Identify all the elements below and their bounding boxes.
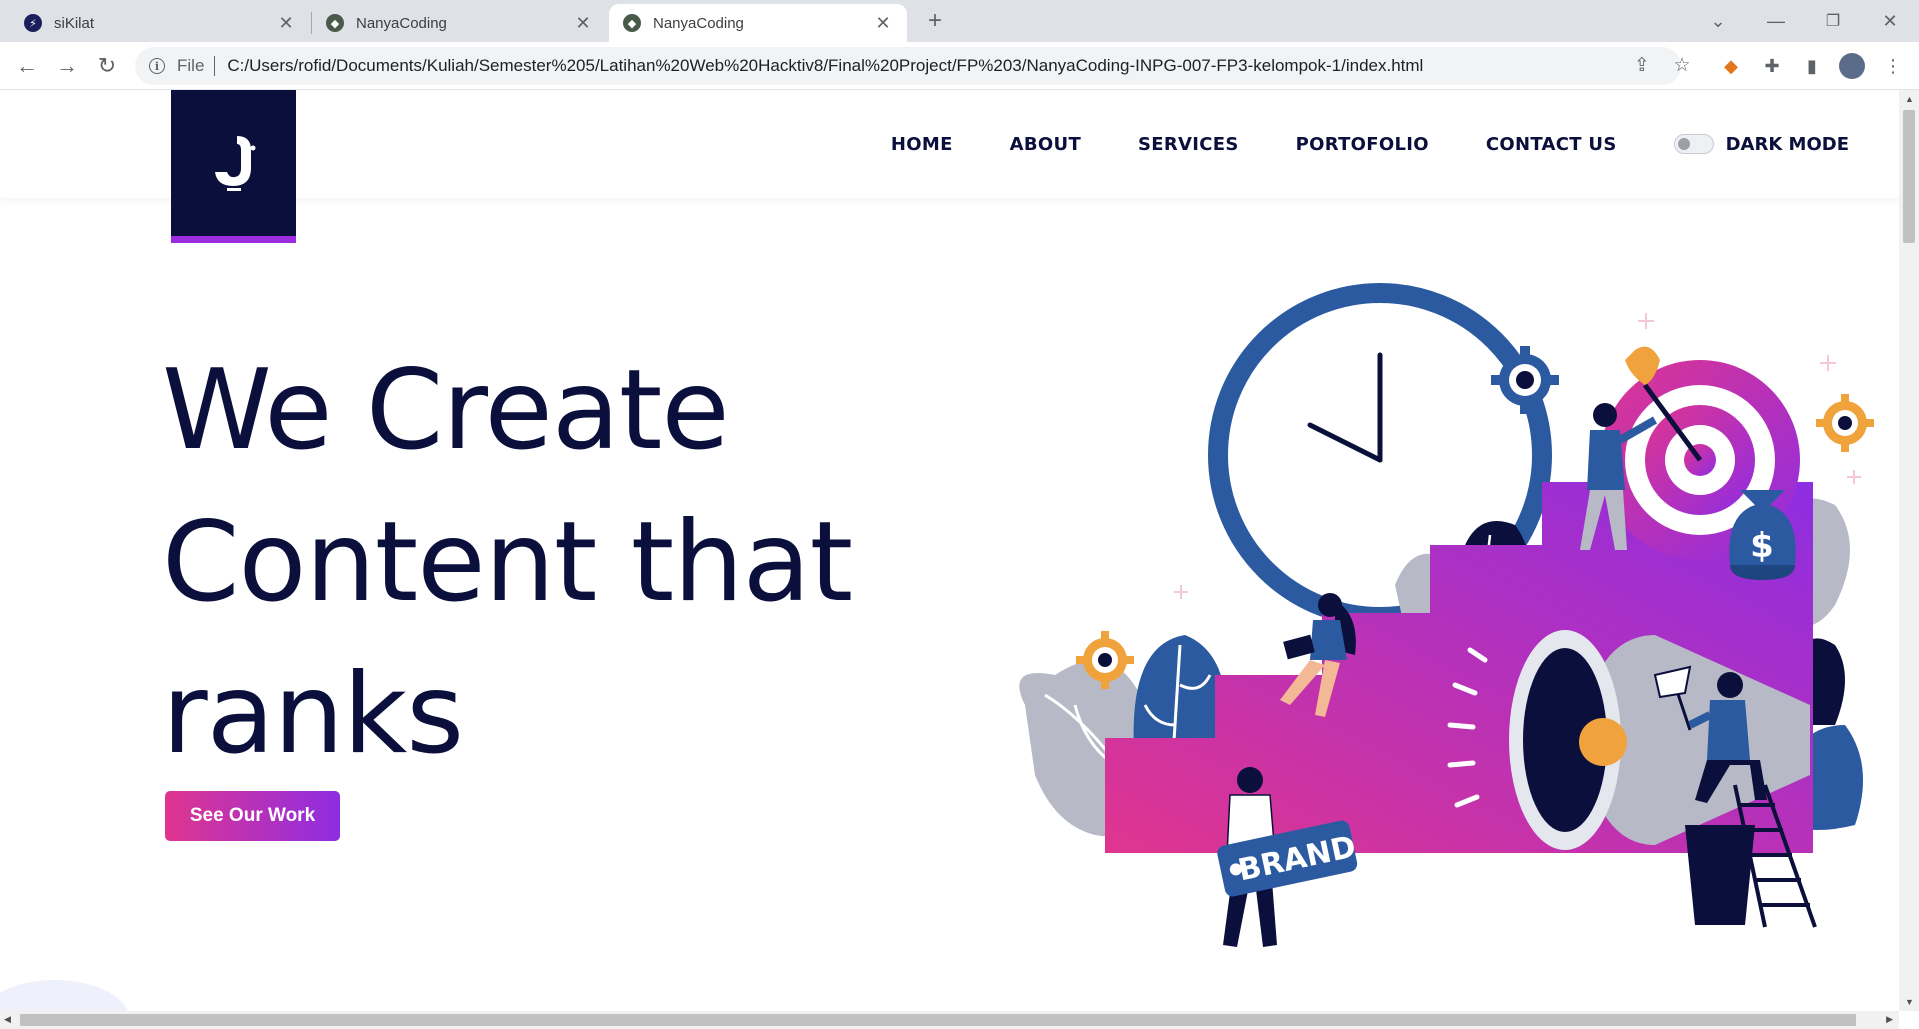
background-blob xyxy=(0,980,130,1011)
nav-about[interactable]: ABOUT xyxy=(1010,134,1081,155)
spy-icon: ◆ xyxy=(623,14,641,32)
scroll-right-arrow-icon[interactable]: ▶ xyxy=(1886,1014,1893,1025)
scroll-down-arrow-icon[interactable]: ▼ xyxy=(1905,997,1914,1007)
horizontal-scrollbar[interactable]: ◀ ▶ xyxy=(0,1011,1899,1029)
site-logo[interactable] xyxy=(171,90,296,243)
address-divider xyxy=(214,56,216,76)
address-scheme: File xyxy=(177,56,205,75)
minimize-icon[interactable]: — xyxy=(1761,6,1791,36)
hero-illustration: $ BRAND xyxy=(1019,283,1874,947)
back-icon[interactable]: ← xyxy=(12,51,42,81)
info-icon[interactable]: i xyxy=(149,58,165,74)
metamask-fox-icon[interactable]: ◆ xyxy=(1718,53,1744,79)
vertical-scroll-thumb[interactable] xyxy=(1903,110,1915,243)
new-tab-button[interactable]: + xyxy=(920,6,950,36)
share-icon[interactable]: ⇪ xyxy=(1628,51,1656,79)
browser-toolbar: ← → ↻ i File C:/Users/rofid/Documents/Ku… xyxy=(0,42,1919,90)
dark-mode-toggle[interactable] xyxy=(1673,134,1714,154)
scroll-up-arrow-icon[interactable]: ▲ xyxy=(1905,94,1914,104)
horizontal-scroll-thumb[interactable] xyxy=(20,1014,1856,1026)
close-icon[interactable]: ✕ xyxy=(276,13,296,33)
tab-title: NanyaCoding xyxy=(653,14,744,32)
nav-home[interactable]: HOME xyxy=(891,134,953,155)
tab-nanyacoding-1[interactable]: ◆ NanyaCoding ✕ xyxy=(312,4,607,42)
profile-avatar[interactable] xyxy=(1839,53,1865,79)
hero-title: We Create Content that ranks xyxy=(162,346,853,779)
reload-icon[interactable]: ↻ xyxy=(92,51,122,81)
lightning-icon: ⚡ xyxy=(24,14,42,32)
tab-nanyacoding-active[interactable]: ◆ NanyaCoding ✕ xyxy=(609,4,907,42)
close-icon[interactable]: ✕ xyxy=(873,13,893,33)
bookmark-star-icon[interactable]: ☆ xyxy=(1668,51,1696,79)
address-bar[interactable]: i File C:/Users/rofid/Documents/Kuliah/S… xyxy=(135,47,1681,85)
gear-icon xyxy=(1816,394,1874,452)
dark-mode-label: DARK MODE xyxy=(1725,133,1849,155)
nav-contact-us[interactable]: CONTACT US xyxy=(1486,134,1617,155)
address-url[interactable]: C:/Users/rofid/Documents/Kuliah/Semester… xyxy=(227,56,1423,76)
tab-search-icon[interactable]: ⌄ xyxy=(1703,6,1733,36)
tab-sikilat[interactable]: ⚡ siKilat ✕ xyxy=(10,4,310,42)
vertical-scrollbar[interactable]: ▲ ▼ xyxy=(1899,90,1919,1011)
tab-title: siKilat xyxy=(54,14,95,32)
extensions-puzzle-icon[interactable]: ✚ xyxy=(1759,53,1785,79)
money-symbol: $ xyxy=(1750,526,1774,566)
duck-logo-icon xyxy=(214,136,255,191)
page-viewport: HOME ABOUT SERVICES PORTOFOLIO CONTACT U… xyxy=(0,90,1899,1011)
tab-title: NanyaCoding xyxy=(356,14,447,32)
see-our-work-button[interactable]: See Our Work xyxy=(165,791,340,841)
main-navigation: HOME ABOUT SERVICES PORTOFOLIO CONTACT U… xyxy=(891,90,1899,198)
restore-icon[interactable]: ❐ xyxy=(1818,6,1848,36)
menu-kebab-icon[interactable]: ⋮ xyxy=(1880,53,1906,79)
browser-tab-strip: ⚡ siKilat ✕ ◆ NanyaCoding ✕ ◆ NanyaCodin… xyxy=(0,0,1919,42)
nav-services[interactable]: SERVICES xyxy=(1138,134,1239,155)
forward-icon[interactable]: → xyxy=(52,51,82,81)
side-panel-icon[interactable]: ▮ xyxy=(1799,53,1825,79)
window-close-icon[interactable]: ✕ xyxy=(1875,6,1905,36)
spy-icon: ◆ xyxy=(326,14,344,32)
close-icon[interactable]: ✕ xyxy=(573,13,593,33)
nav-portofolio[interactable]: PORTOFOLIO xyxy=(1296,134,1429,155)
scroll-left-arrow-icon[interactable]: ◀ xyxy=(4,1014,11,1025)
